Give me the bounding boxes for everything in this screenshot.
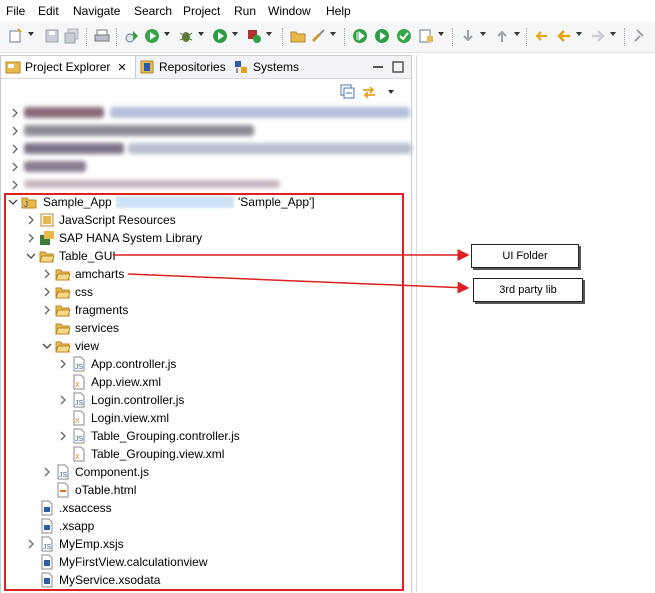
arrow-third-party (127, 273, 470, 294)
callout-ui-folder: UI Folder (471, 244, 579, 268)
callout-third-party: 3rd party lib (473, 278, 583, 302)
